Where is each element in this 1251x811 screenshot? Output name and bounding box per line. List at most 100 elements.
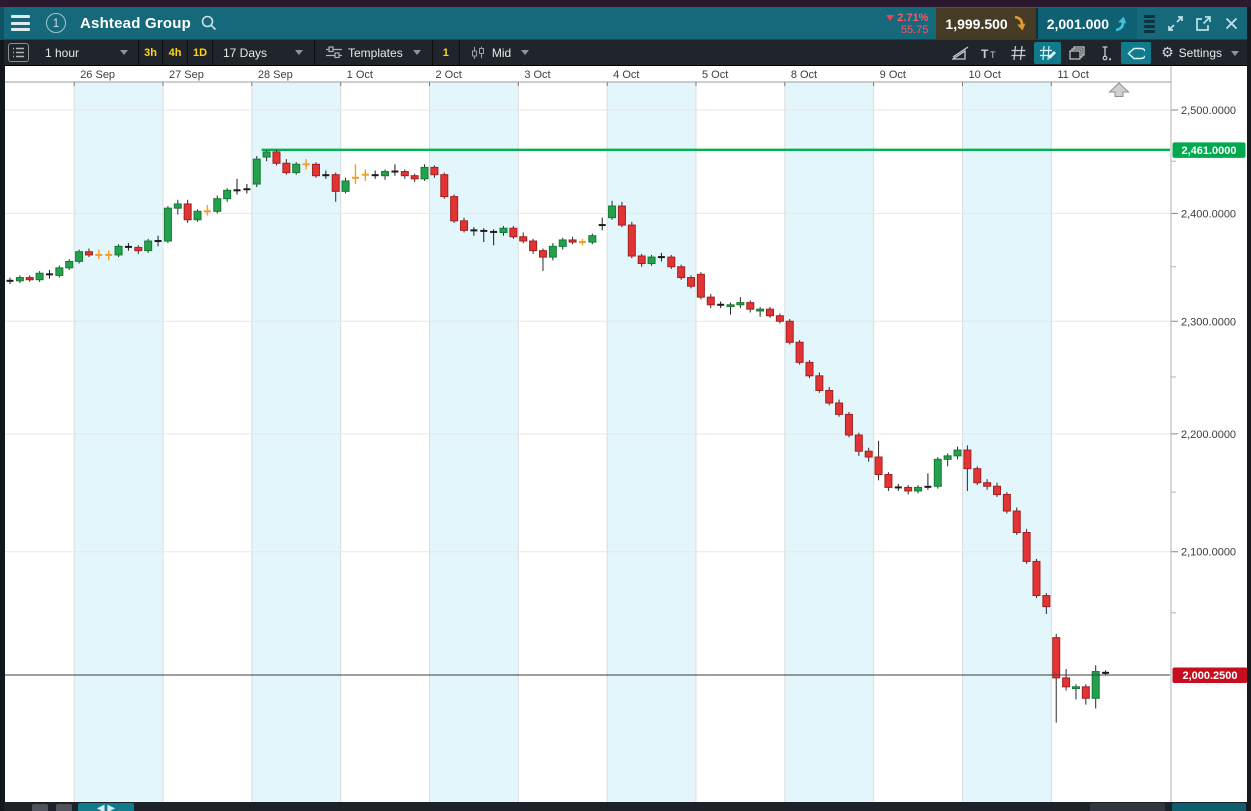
range-dropdown[interactable]: 17 Days bbox=[213, 40, 313, 66]
candle bbox=[341, 177, 350, 194]
measure-tool-button[interactable] bbox=[1092, 42, 1119, 64]
window-left-edge bbox=[0, 7, 4, 40]
expand-button[interactable] bbox=[1161, 11, 1189, 37]
candle bbox=[223, 188, 232, 202]
grid-tool-button[interactable] bbox=[1005, 42, 1032, 64]
interval-3h-button[interactable]: 3h bbox=[138, 39, 163, 66]
candle bbox=[114, 244, 123, 258]
search-icon[interactable] bbox=[199, 13, 219, 33]
candle bbox=[203, 204, 211, 216]
scroll-to-latest-button[interactable] bbox=[1108, 82, 1130, 97]
candle bbox=[598, 217, 606, 231]
candle bbox=[1081, 684, 1090, 705]
interval-1d-button[interactable]: 1D bbox=[188, 39, 213, 66]
menu-button[interactable] bbox=[11, 13, 35, 33]
grid-icon bbox=[1011, 46, 1026, 60]
price-chart[interactable]: 26 Sep 27 Sep 28 Sep 1 Oct 2 Oct 3 Oct 4 Oct 5 … bbox=[0, 66, 1251, 802]
candle bbox=[25, 275, 34, 282]
bottom-right-button[interactable] bbox=[1090, 803, 1165, 811]
bottom-right-teal-button[interactable] bbox=[1172, 803, 1246, 811]
date-label: 2 Oct bbox=[436, 69, 462, 81]
candle bbox=[173, 199, 182, 215]
price-change-block: 2.71% 55.75 bbox=[886, 12, 928, 36]
watchlist-button[interactable] bbox=[8, 43, 29, 62]
candle bbox=[183, 199, 192, 223]
candle bbox=[933, 457, 942, 489]
instrument-level-badge: 1 bbox=[46, 13, 66, 33]
close-button[interactable] bbox=[1217, 11, 1245, 37]
price-tick-label: 2,400.0000 bbox=[1181, 208, 1236, 220]
popout-icon bbox=[1195, 16, 1211, 31]
draw-pencil-grid-icon bbox=[1039, 46, 1056, 60]
text-tool-button[interactable]: T T bbox=[976, 42, 1003, 64]
screenshot-icon[interactable] bbox=[32, 804, 48, 811]
draw-tool-button[interactable] bbox=[1034, 42, 1062, 64]
sell-price: 1,999.500 bbox=[945, 15, 1008, 32]
candle bbox=[252, 156, 261, 188]
eraser-icon bbox=[1127, 47, 1146, 59]
quick-intervals: 3h 4h 1D bbox=[138, 39, 213, 66]
candle bbox=[973, 466, 982, 486]
candle bbox=[233, 178, 241, 195]
text-icon: T T bbox=[981, 47, 996, 60]
popout-button[interactable] bbox=[1189, 11, 1217, 37]
templates-dropdown[interactable]: Templates bbox=[316, 40, 431, 66]
candle bbox=[391, 164, 399, 176]
last-price-badge-label: 2,000.2500 bbox=[1182, 670, 1237, 682]
settings-label: Settings bbox=[1178, 46, 1222, 60]
candle bbox=[45, 270, 53, 279]
layers-tool-button[interactable] bbox=[1063, 42, 1090, 64]
candle bbox=[627, 221, 636, 259]
candle bbox=[736, 297, 745, 309]
candle bbox=[765, 306, 774, 318]
trendline-icon bbox=[951, 46, 968, 60]
gear-icon: ⚙ bbox=[1161, 45, 1174, 61]
candle bbox=[65, 259, 74, 271]
candle bbox=[1062, 669, 1071, 691]
interval-value: 1 hour bbox=[45, 45, 80, 60]
list-icon bbox=[13, 47, 24, 58]
candle bbox=[558, 237, 567, 250]
candle bbox=[914, 485, 923, 494]
sell-price-button[interactable]: 1,999.500 bbox=[936, 8, 1038, 39]
candle bbox=[163, 206, 172, 244]
candle bbox=[617, 201, 626, 228]
chart-area: 26 Sep 27 Sep 28 Sep 1 Oct 2 Oct 3 Oct 4 Oct 5 … bbox=[0, 66, 1251, 802]
high-level-badge-label: 2,461.0000 bbox=[1181, 145, 1236, 157]
crosshair-icon[interactable] bbox=[56, 804, 72, 811]
candle bbox=[943, 453, 952, 467]
interval-4h-button[interactable]: 4h bbox=[163, 39, 188, 66]
day-band bbox=[607, 82, 696, 802]
date-label: 4 Oct bbox=[613, 69, 639, 81]
candle bbox=[924, 473, 932, 490]
interval-dropdown[interactable]: 1 hour bbox=[35, 40, 138, 66]
title-bar-right: 2.71% 55.75 1,999.500 2,001.000 bbox=[886, 7, 1245, 40]
candle bbox=[75, 249, 84, 264]
candle bbox=[677, 264, 686, 280]
candle bbox=[1032, 558, 1041, 599]
eraser-tool-button[interactable] bbox=[1121, 42, 1152, 64]
buy-price-button[interactable]: 2,001.000 bbox=[1037, 8, 1137, 39]
drag-handle[interactable] bbox=[1144, 14, 1155, 33]
close-icon bbox=[1225, 17, 1237, 30]
price-type-dropdown[interactable]: Mid bbox=[461, 40, 539, 66]
day-band bbox=[74, 82, 164, 802]
trendline-tool-button[interactable] bbox=[947, 42, 974, 64]
candle bbox=[687, 275, 696, 289]
candle bbox=[400, 169, 409, 179]
date-label: 3 Oct bbox=[524, 69, 550, 81]
candle bbox=[953, 446, 962, 460]
candle bbox=[55, 265, 64, 278]
chart-count-button[interactable]: 1 bbox=[434, 47, 458, 59]
change-down-triangle-icon bbox=[886, 14, 895, 21]
price-tick-label: 2,200.0000 bbox=[1181, 429, 1236, 441]
range-value: 17 Days bbox=[223, 45, 268, 60]
scroll-arrows-button[interactable]: ◀ ▶ bbox=[78, 803, 134, 811]
candle bbox=[756, 306, 765, 317]
candle bbox=[717, 301, 725, 309]
candle bbox=[874, 440, 883, 481]
date-label: 26 Sep bbox=[80, 69, 115, 81]
candle bbox=[844, 412, 853, 438]
price-type-value: Mid bbox=[491, 45, 512, 60]
settings-dropdown[interactable]: ⚙ Settings bbox=[1153, 46, 1243, 60]
